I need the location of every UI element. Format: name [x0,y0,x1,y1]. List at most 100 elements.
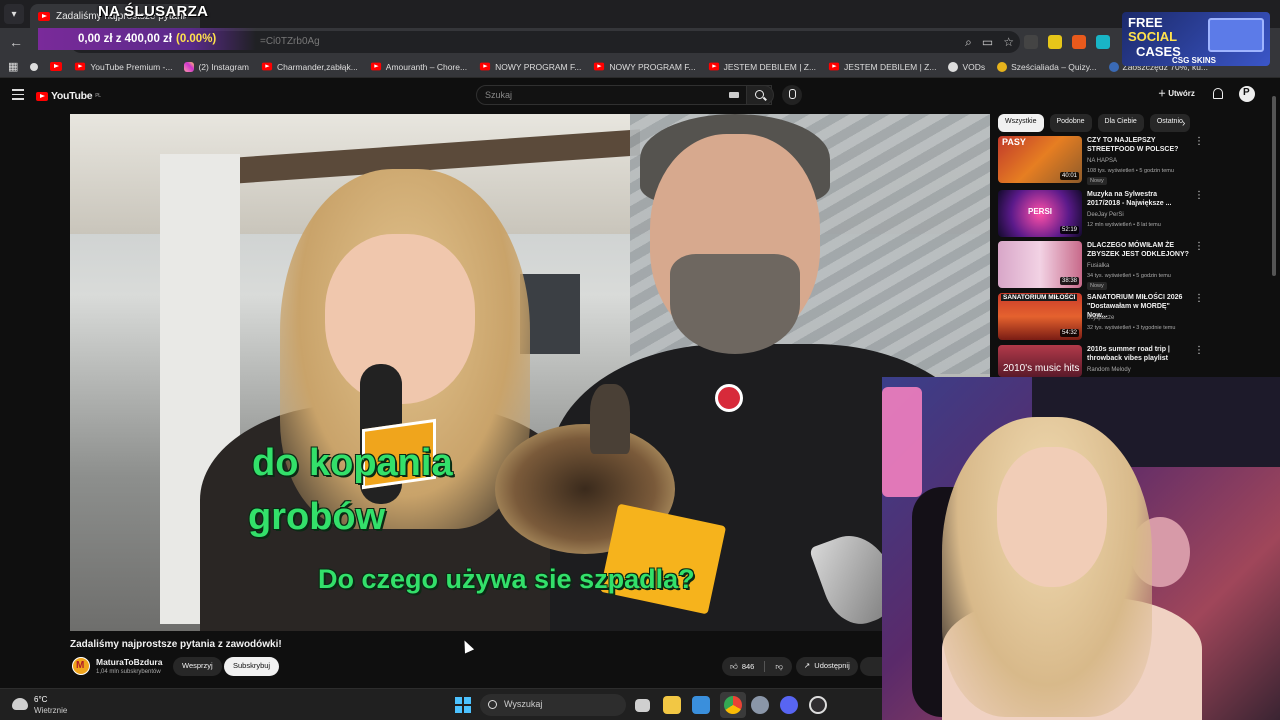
menu-icon[interactable] [12,89,24,103]
bookmark-item[interactable]: Sześcialiada – Quizy... [997,61,1097,72]
share-label: Udostępnij [814,661,850,670]
youtube-header: YouTube PL Szukaj ＋ Utwórz [0,84,1280,108]
youtube-bookmark-icon[interactable] [50,62,63,71]
recommendation-meta: 32 tys. wyświetleń • 3 tygodnie temu [1087,325,1176,331]
weather-temperature[interactable]: 6°C [34,695,47,704]
thumbnail-text: PASY [1002,137,1026,147]
recommendation-meta: 34 tys. wyświetleń • 5 godzin temu [1087,273,1171,279]
new-badge: Nowy [1087,282,1107,290]
bookmark-item[interactable]: JESTEM DEBILEM | Z... [828,62,936,72]
youtube-logo-icon [36,91,48,101]
create-button[interactable]: ＋ Utwórz [1158,88,1195,99]
recommendation-channel: NA HAPSA [1087,158,1118,164]
bookmark-star-icon[interactable]: ☆ [1003,35,1014,50]
recommendation-item[interactable]: SANATORIUM MIŁOŚCI 54:32 SANATORIUM MIŁO… [998,293,1204,343]
chrome-icon[interactable] [724,696,742,714]
more-actions-icon[interactable]: ⋮ [1194,190,1204,201]
support-button[interactable]: Wesprzyj [173,657,222,676]
save-button[interactable] [860,657,882,676]
thumbs-down-icon[interactable]: 👎︎ [775,662,783,672]
region-code: PL [95,93,101,99]
weather-description[interactable]: Wietrznie [34,706,67,715]
obs-icon[interactable] [809,696,827,714]
weather-wind-icon[interactable] [12,698,28,710]
bookmark-item[interactable]: Amouranth – Chore... [370,62,467,72]
settings-gear-icon[interactable] [751,696,769,714]
chip-all[interactable]: Wszystkie [998,114,1044,132]
chip-related[interactable]: Podobne [1049,114,1092,132]
quiz-icon [997,61,1008,72]
youtube-favicon-icon [38,11,50,21]
zoom-icon[interactable]: ⌕ [965,35,972,50]
ad-line-1: FREE [1128,15,1163,30]
video-player[interactable]: do kopania grobów Do czego używa sie szp… [70,114,990,631]
recommendation-item[interactable]: PASY 40:01 CZY TO NAJLEPSZY STREETFOOD W… [998,136,1204,186]
extension-teal-icon[interactable] [1096,35,1110,49]
channel-name[interactable]: MaturaToBzdura [96,657,162,667]
thumbs-up-icon[interactable]: 👍︎ [730,662,738,672]
recommendation-thumbnail: PASY 40:01 [998,136,1082,183]
bookmark-item[interactable]: (2) Instagram [184,61,249,72]
bookmark-item[interactable]: JESTEM DEBILEM | Z... [708,62,816,72]
back-arrow-icon[interactable]: ← [4,34,28,50]
bookmark-item[interactable]: Charmander,zabłąk... [261,62,358,72]
file-explorer-icon[interactable] [663,696,681,714]
streamer-webcam-overlay [882,377,1280,720]
video-duration: 38:38 [1059,277,1079,285]
discord-icon[interactable] [780,696,798,714]
youtube-favicon-icon [594,62,605,71]
ad-line-2: SOCIAL [1128,29,1178,44]
task-view-icon[interactable] [635,699,650,712]
like-dislike-group: 👍︎ 846 👎︎ [722,657,792,676]
more-actions-icon[interactable]: ⋮ [1194,241,1204,252]
recommendation-title: CZY TO NAJLEPSZY STREETFOOD W POLSCE? [1087,137,1179,153]
like-divider [764,661,766,672]
extension-dark-icon[interactable] [1024,35,1038,49]
search-input[interactable]: Szukaj [476,85,772,105]
video-man-beard [670,254,800,354]
account-avatar[interactable] [1239,86,1255,102]
recommendation-channel: Random Melody [1087,367,1131,373]
search-button[interactable] [746,85,774,105]
bookmark-item[interactable]: NOWY PROGRAM F... [593,62,696,72]
youtube-favicon-icon [75,62,86,71]
apps-grid-icon[interactable]: ▦ [8,60,18,73]
recommendation-item[interactable]: PERSI 52:19 Muzyka na Sylwestra 2017/201… [998,190,1204,240]
more-actions-icon[interactable]: ⋮ [1194,345,1204,356]
more-actions-icon[interactable]: ⋮ [1194,136,1204,147]
keyboard-icon[interactable] [729,92,739,98]
case-image-icon [1208,18,1264,52]
subscribe-button[interactable]: Subskrybuj [224,657,280,676]
bookmark-misc-icon[interactable] [30,62,39,71]
url-text: =Ci0TZrb0Ag [260,36,320,47]
windows-taskbar: 6°C Wietrznie Wyszukaj [0,688,882,720]
page-scrollbar[interactable] [1272,96,1276,276]
windows-start-icon[interactable] [455,697,471,713]
ad-brand: CSG SKINS [1172,56,1217,65]
more-actions-icon[interactable]: ⋮ [1194,293,1204,304]
channel-avatar[interactable] [72,657,90,675]
youtube-favicon-icon [708,62,719,71]
tab-search-button[interactable]: ▾ [4,4,24,24]
video-duration: 54:32 [1059,329,1079,337]
share-button[interactable]: ↗ Udostępnij [796,657,858,676]
bookmark-item[interactable]: YouTube Premium -... [74,62,172,72]
bookmark-item[interactable]: VODs [948,61,985,72]
recommendation-item[interactable]: 38:38 DLACZEGO MÓWIŁAM ŻE ZBYSZEK JEST O… [998,241,1204,291]
cast-icon[interactable]: ▭ [982,35,993,50]
donation-amount: 0,00 zł z 400,00 zł [78,33,172,45]
notifications-bell-icon[interactable] [1213,88,1223,99]
voice-search-icon[interactable] [782,85,802,105]
taskbar-search-input[interactable]: Wyszukaj [480,694,626,716]
extension-yellow-icon[interactable] [1048,35,1062,49]
store-icon[interactable] [692,696,710,714]
recommendation-thumbnail: 38:38 [998,241,1082,288]
extension-orange-icon[interactable] [1072,35,1086,49]
youtube-logo[interactable]: YouTube PL [36,90,101,102]
chips-next-arrow-icon[interactable]: › [1182,118,1185,129]
donation-goal-bar: 0,00 zł z 400,00 zł (0.00%) [38,28,256,50]
like-count[interactable]: 846 [742,662,755,671]
chip-for-you[interactable]: Dla Ciebie [1097,114,1144,132]
bookmark-item[interactable]: NOWY PROGRAM F... [479,62,581,72]
share-arrow-icon: ↗ [804,661,811,670]
